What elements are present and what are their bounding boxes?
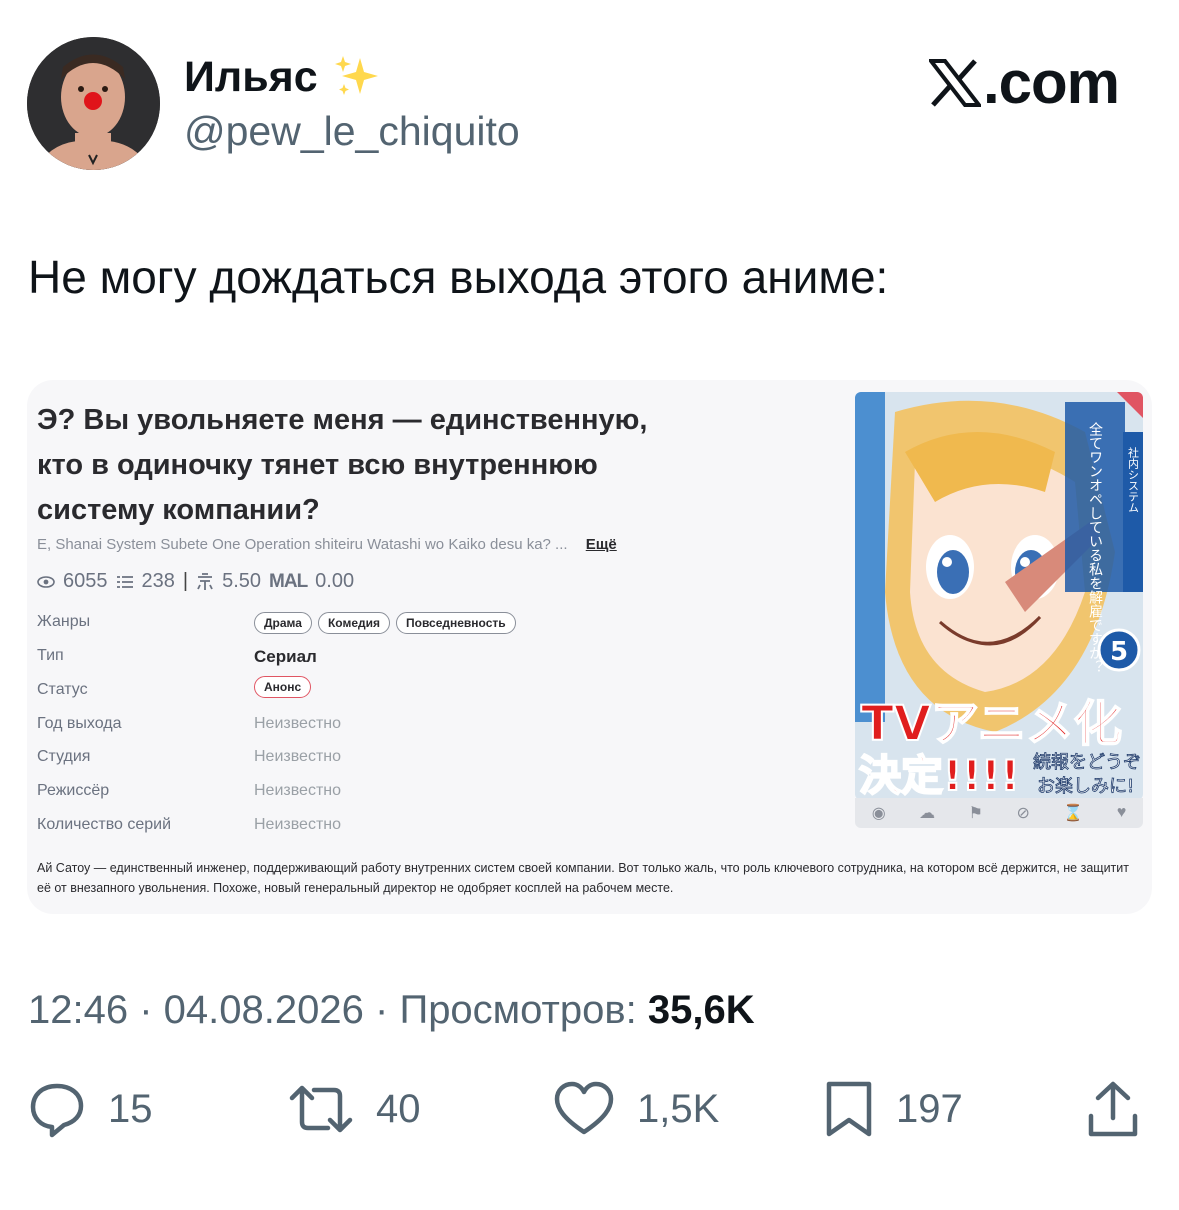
- cover-illustration: 全てワンオペしている私を解雇ですか？ 社内システム 5 TVアニメ化 決定!!!…: [855, 392, 1143, 800]
- row-studio-label: Студия: [37, 748, 91, 765]
- genre-chips: Драма Комедия Повседневность: [254, 612, 516, 634]
- row-studio-value: Неизвестно: [254, 748, 342, 765]
- like-count: 1,5K: [637, 1086, 720, 1131]
- share-icon: [1088, 1081, 1138, 1137]
- x-com-label: .com: [982, 49, 1120, 116]
- genre-chip[interactable]: Драма: [254, 612, 312, 634]
- cover-volume: 5: [1110, 637, 1128, 667]
- like-button[interactable]: 1,5K: [553, 1080, 719, 1138]
- bookmark-button[interactable]: 197: [824, 1080, 963, 1138]
- flag-icon[interactable]: ⚑: [969, 803, 983, 823]
- sparkles-icon: [334, 56, 378, 95]
- cloud-icon[interactable]: ☁: [919, 803, 935, 823]
- cover-note-1: 続報をどうぞ: [1033, 752, 1141, 773]
- status-badge: Анонс: [254, 676, 312, 698]
- row-director-value: Неизвестно: [254, 782, 342, 799]
- repost-count: 40: [376, 1086, 421, 1131]
- more-link[interactable]: Ещё: [586, 536, 617, 553]
- tweet-date[interactable]: 04.08.2026: [164, 988, 364, 1032]
- embedded-image-card[interactable]: Э? Вы увольняете меня — единственную, кт…: [27, 380, 1152, 914]
- meta-dot: ·: [375, 988, 400, 1032]
- bookmark-count: 197: [896, 1086, 963, 1131]
- card-title: Э? Вы увольняете меня — единственную, кт…: [37, 404, 648, 526]
- tweet-actions: 15 40 1,5K 197: [0, 1080, 1179, 1150]
- row-type-label: Тип: [37, 647, 64, 664]
- row-episodes-value: Неизвестно: [254, 816, 342, 833]
- repost-icon: [289, 1085, 353, 1133]
- stats-divider: |: [182, 570, 189, 592]
- share-button[interactable]: [1086, 1080, 1140, 1138]
- row-episodes-label: Количество серий: [37, 816, 172, 833]
- row-year-label: Год выхода: [37, 715, 122, 732]
- hourglass-icon[interactable]: ⌛: [1063, 803, 1083, 823]
- shikimori-icon: [197, 572, 213, 590]
- cover-vertical-title: 全てワンオペしている私を解雇ですか？: [1087, 421, 1103, 674]
- status-chip: Анонс: [254, 676, 312, 698]
- meta-dot: ·: [139, 988, 164, 1032]
- row-director-label: Режиссёр: [37, 782, 110, 799]
- reply-icon: [30, 1083, 84, 1138]
- chapters-count: 238: [141, 570, 175, 592]
- heart-outline-icon: [554, 1081, 614, 1135]
- x-com-logo: .com: [928, 48, 1120, 117]
- mal-score: 0.00: [315, 570, 355, 592]
- list-icon: [116, 575, 133, 588]
- card-alt-title: E, Shanai System Subete One Operation sh…: [37, 536, 617, 553]
- mal-label: MAL: [269, 570, 308, 592]
- manga-cover[interactable]: 全てワンオペしている私を解雇ですか？ 社内システム 5 TVアニメ化 決定!!!…: [855, 392, 1143, 800]
- avatar[interactable]: [27, 37, 160, 170]
- cover-note-2: お楽しみに!: [1037, 776, 1134, 797]
- heart-icon[interactable]: ♥: [1117, 804, 1127, 822]
- x-logo-icon: [928, 58, 981, 107]
- cover-banner-bottom: 決定!!!!: [859, 751, 1020, 800]
- tweet-meta: 12:46 · 04.08.2026 · Просмотров: 35,6K: [28, 988, 755, 1033]
- cover-side-title: 社内システム: [1127, 446, 1140, 513]
- card-description: Ай Сатоу — единственный инженер, поддерж…: [37, 861, 1129, 895]
- reply-button[interactable]: 15: [28, 1080, 153, 1138]
- row-year-value: Неизвестно: [254, 715, 342, 732]
- views-count-total: 35,6K: [647, 988, 755, 1032]
- genre-chip[interactable]: Комедия: [317, 612, 390, 634]
- row-status-label: Статус: [37, 681, 88, 698]
- author-handle[interactable]: @pew_le_chiquito: [184, 108, 520, 155]
- reply-count: 15: [108, 1086, 153, 1131]
- genre-chip[interactable]: Повседневность: [396, 612, 516, 634]
- avatar-photo: [27, 37, 160, 170]
- author-display-name: Ильяс: [184, 52, 318, 101]
- tweet-time[interactable]: 12:46: [28, 988, 128, 1032]
- row-type-value: Сериал: [254, 647, 317, 666]
- alt-title-text: E, Shanai System Subete One Operation sh…: [37, 536, 568, 553]
- author-name[interactable]: Ильяс: [184, 52, 382, 102]
- hidden-eye-icon[interactable]: ⊘: [1016, 803, 1029, 823]
- row-genres-label: Жанры: [37, 613, 91, 630]
- eye-icon: [37, 575, 55, 588]
- views-count: 6055: [63, 570, 108, 592]
- repost-button[interactable]: 40: [288, 1080, 421, 1138]
- score-value: 5.50: [222, 570, 262, 592]
- tweet-text: Не могу дождаться выхода этого аниме:: [28, 251, 889, 303]
- watch-eye-icon[interactable]: ◉: [872, 803, 886, 823]
- bookmark-icon: [826, 1081, 872, 1137]
- cover-action-bar: ◉ ☁ ⚑ ⊘ ⌛ ♥: [855, 798, 1143, 828]
- card-stats: 6055 238 | 5.50 MAL 0.00: [37, 570, 354, 593]
- cover-banner-top: TVアニメ化: [861, 696, 1122, 752]
- views-label: Просмотров:: [399, 988, 637, 1032]
